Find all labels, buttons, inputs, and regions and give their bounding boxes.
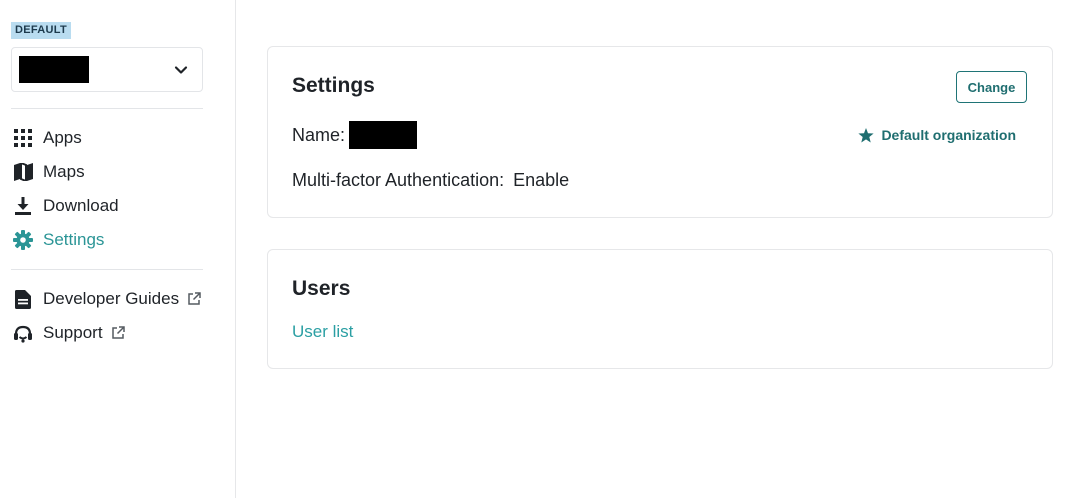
sidebar-item-label: Developer Guides <box>43 289 180 308</box>
sidebar-item-label: Maps <box>43 162 85 181</box>
organization-name-redacted <box>19 56 89 83</box>
user-list-link[interactable]: User list <box>292 322 353 342</box>
users-card: Users User list <box>267 249 1053 369</box>
document-icon <box>13 289 33 309</box>
default-organization-label: Default organization <box>881 127 1016 143</box>
sidebar-item-support[interactable]: Support <box>13 321 125 345</box>
sidebar-item-label: Support <box>43 323 103 342</box>
name-label: Name: <box>292 124 346 145</box>
gear-icon <box>13 230 33 250</box>
sidebar-item-settings[interactable]: Settings <box>13 228 104 252</box>
change-button[interactable]: Change <box>956 71 1027 103</box>
sidebar-item-label: Settings <box>43 230 105 249</box>
organization-selector[interactable] <box>11 47 203 92</box>
settings-card: Settings Change Name: Default organizati… <box>267 46 1053 218</box>
download-icon <box>13 196 33 216</box>
mfa-row: Multi-factor Authentication: Enable <box>292 170 569 191</box>
organization-name-value-redacted <box>349 121 418 149</box>
org-default-badge: DEFAULT <box>11 22 72 39</box>
external-link-icon <box>111 326 125 339</box>
headset-icon <box>13 323 33 343</box>
grid-icon <box>13 128 33 148</box>
star-icon <box>858 127 875 142</box>
sidebar: DEFAULT Apps Maps Download Settings Deve… <box>0 0 236 498</box>
sidebar-item-label: Download <box>43 196 119 215</box>
map-icon <box>13 162 33 182</box>
default-organization-badge: Default organization <box>858 127 1016 143</box>
sidebar-item-apps[interactable]: Apps <box>13 126 82 150</box>
external-link-icon <box>188 292 201 305</box>
sidebar-divider <box>11 108 203 109</box>
sidebar-item-download[interactable]: Download <box>13 194 119 218</box>
users-title: Users <box>292 277 351 300</box>
organization-name-row: Name: <box>292 121 418 149</box>
sidebar-item-maps[interactable]: Maps <box>13 160 85 184</box>
chevron-down-icon <box>174 66 188 74</box>
settings-title: Settings <box>292 74 375 97</box>
sidebar-divider <box>11 269 203 270</box>
sidebar-item-label: Apps <box>43 128 82 147</box>
mfa-value: Enable <box>513 170 570 190</box>
sidebar-item-developer-guides[interactable]: Developer Guides <box>13 287 201 311</box>
mfa-label: Multi-factor Authentication: <box>292 170 505 190</box>
